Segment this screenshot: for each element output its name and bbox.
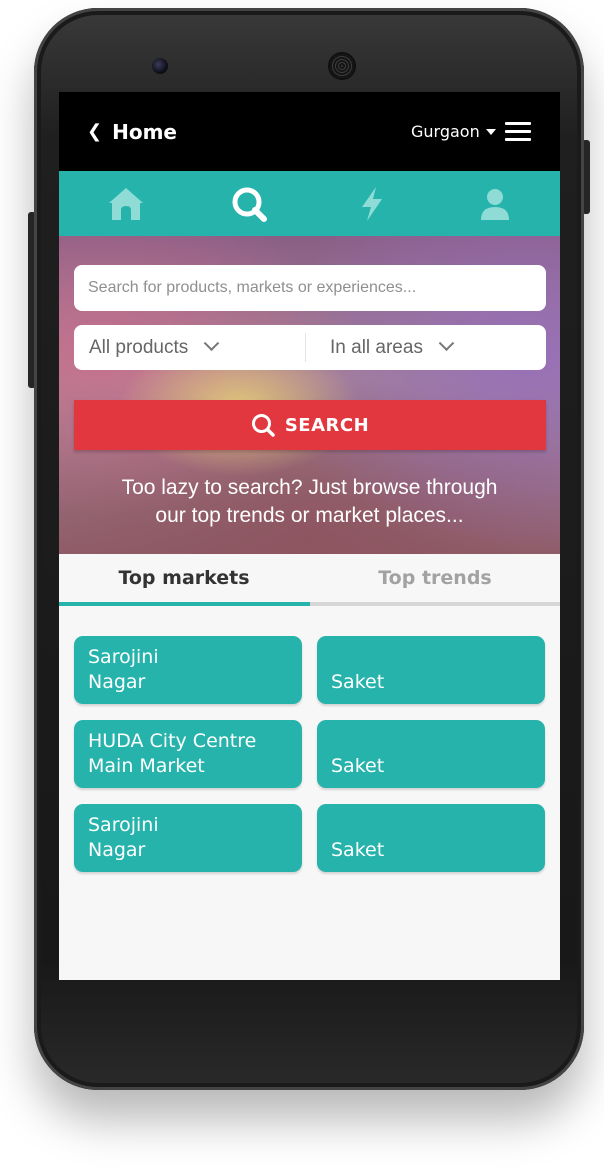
nav-home[interactable] [63, 171, 188, 236]
search-input[interactable] [74, 265, 546, 311]
app-header: ❮ Home Gurgaon [59, 92, 560, 171]
market-name-line-1: Sarojini [88, 814, 159, 836]
nav-profile[interactable] [432, 171, 557, 236]
city-selector[interactable]: Gurgaon [411, 122, 496, 142]
search-icon [251, 414, 275, 437]
market-name-line-2: Main Market [88, 755, 205, 777]
hamburger-menu-icon[interactable] [505, 122, 531, 142]
chevron-down-icon [438, 335, 455, 352]
area-select[interactable]: In all areas [305, 333, 546, 362]
market-name-line-2: Saket [331, 839, 385, 861]
search-icon [232, 187, 267, 222]
tagline-line-1: Too lazy to search? Just browse through [121, 476, 498, 499]
market-name-line-1: HUDA City Centre [88, 730, 257, 752]
market-card[interactable]: Sarojini Nagar [74, 636, 302, 704]
market-card[interactable]: HUDA City Centre Main Market [74, 720, 302, 788]
product-select[interactable]: All products [74, 325, 305, 370]
market-card[interactable]: Saket [317, 720, 545, 788]
market-name-line-2: Nagar [88, 839, 146, 861]
market-name-line-1: Sarojini [88, 646, 159, 668]
back-button[interactable]: ❮ Home [87, 120, 177, 144]
chevron-left-icon: ❮ [87, 121, 103, 142]
area-select-value: In all areas [330, 336, 423, 358]
filter-selects: All products In all areas [74, 325, 546, 370]
search-button-label: SEARCH [284, 414, 370, 436]
chevron-down-icon [204, 335, 220, 352]
tab-top-trends[interactable]: Top trends [310, 554, 560, 602]
active-tab-indicator [59, 602, 310, 606]
market-name-line-2: Saket [331, 671, 385, 693]
back-label: Home [112, 120, 177, 144]
user-icon [480, 188, 509, 220]
app-screen: ❮ Home Gurgaon Search for products, mark… [59, 92, 560, 980]
nav-search[interactable] [186, 171, 311, 236]
home-icon [108, 187, 143, 220]
tab-top-markets[interactable]: Top markets [59, 554, 309, 602]
tagline-line-2: our top trends or market places... [155, 504, 464, 527]
market-name-line-2: Saket [331, 755, 385, 777]
search-button[interactable]: SEARCH [74, 400, 546, 450]
phone-speaker [328, 52, 356, 80]
search-hero: All products In all areas SEARCH Too laz… [59, 236, 560, 554]
lightning-icon [361, 186, 382, 221]
browse-tagline: Too lazy to search? Just browse through … [79, 474, 540, 530]
market-name-line-2: Nagar [88, 671, 146, 693]
tab-divider [310, 602, 560, 606]
market-tabs: Top markets Top trends [59, 554, 560, 606]
market-card[interactable]: Saket [317, 636, 545, 704]
nav-trending[interactable] [309, 171, 434, 236]
market-card[interactable]: Saket [317, 804, 545, 872]
caret-down-icon [485, 129, 496, 135]
city-label: Gurgaon [411, 122, 480, 141]
bottom-nav-bar [59, 171, 560, 236]
market-card[interactable]: Sarojini Nagar [74, 804, 302, 872]
camera-lens [152, 58, 168, 74]
product-select-value: All products [89, 336, 189, 358]
